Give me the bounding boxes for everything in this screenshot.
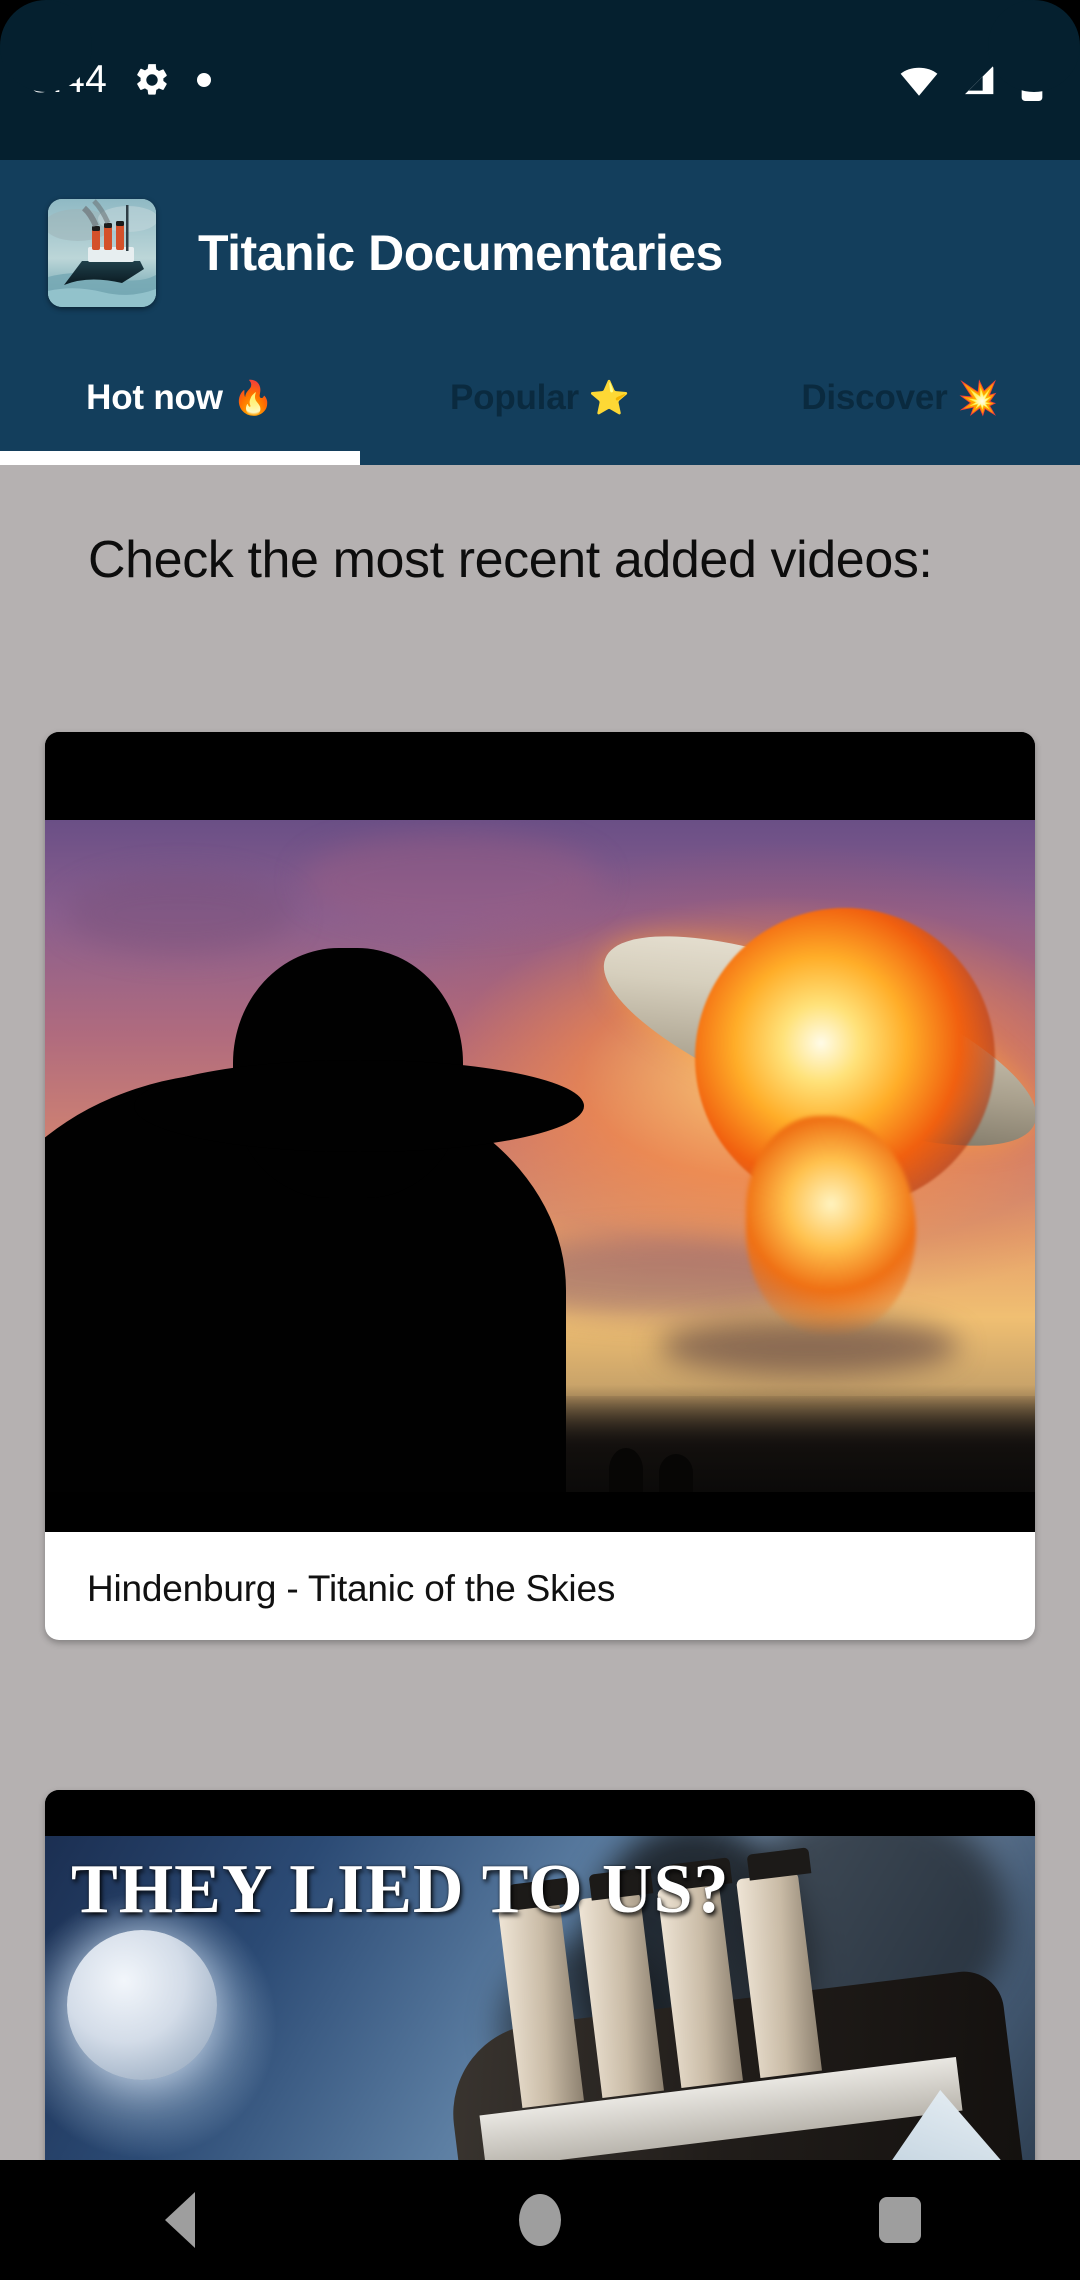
android-navigation-bar	[0, 2160, 1080, 2280]
gear-icon	[133, 61, 171, 99]
crowd-silhouette	[658, 1454, 693, 1492]
app-bar-title: Titanic Documentaries	[198, 224, 723, 281]
tab-popular-label: Popular	[450, 378, 579, 417]
thumbnail-letterbox-top	[45, 1790, 1035, 1836]
cloud-shape	[302, 833, 603, 929]
collision-icon: 💥	[957, 378, 999, 416]
tab-hot-now-label: Hot now	[86, 378, 223, 417]
fedora-hat-brim	[134, 1060, 585, 1152]
moon-shape	[67, 1930, 217, 2080]
tab-discover[interactable]: Discover 💥	[720, 345, 1080, 465]
status-bar: 5:44	[0, 0, 1080, 160]
thumbnail-letterbox-bottom	[45, 1492, 1035, 1532]
video-card[interactable]: Hindenburg - Titanic of the Skies	[45, 732, 1035, 1640]
section-heading: Check the most recent added videos:	[88, 531, 933, 589]
video-thumbnail-hindenburg[interactable]	[45, 732, 1035, 1532]
tab-bar: Hot now 🔥 Popular ⭐ Discover 💥	[0, 345, 1080, 465]
star-icon: ⭐	[588, 378, 630, 416]
app-bar: Titanic Documentaries	[0, 160, 1080, 345]
app-logo-titanic-ship-icon	[48, 198, 156, 307]
tab-popular[interactable]: Popular ⭐	[360, 345, 720, 465]
nav-recents-button[interactable]	[820, 2160, 980, 2280]
cloud-shape	[64, 873, 295, 954]
phone-screen: 5:44	[0, 0, 1080, 2280]
thumbnail-letterbox-top	[45, 732, 1035, 820]
square-recents-icon	[879, 2197, 921, 2243]
tab-discover-label: Discover	[801, 378, 948, 417]
crowd-silhouette	[609, 1448, 644, 1492]
video-card[interactable]: THEY LIED TO US?	[45, 1790, 1035, 2160]
nav-back-button[interactable]	[100, 2160, 260, 2280]
dot-indicator-icon	[197, 73, 212, 87]
content-scroll-area[interactable]: Check the most recent added videos: Hind…	[0, 465, 1080, 2160]
video-thumbnail-they-lied-to-us[interactable]: THEY LIED TO US?	[45, 1790, 1035, 2160]
nav-home-button[interactable]	[460, 2160, 620, 2280]
screen-corner-right	[988, 0, 1080, 92]
video-title: Hindenburg - Titanic of the Skies	[87, 1568, 616, 1609]
fire-icon: 🔥	[232, 378, 274, 416]
tab-hot-now[interactable]: Hot now 🔥	[0, 345, 360, 465]
wifi-icon	[898, 59, 940, 101]
triangle-back-icon	[165, 2192, 195, 2248]
screen-corner-left	[0, 0, 92, 92]
circle-home-icon	[519, 2194, 561, 2246]
thumbnail-overlay-text: THEY LIED TO US?	[71, 1851, 730, 1928]
tab-active-indicator	[0, 451, 360, 465]
